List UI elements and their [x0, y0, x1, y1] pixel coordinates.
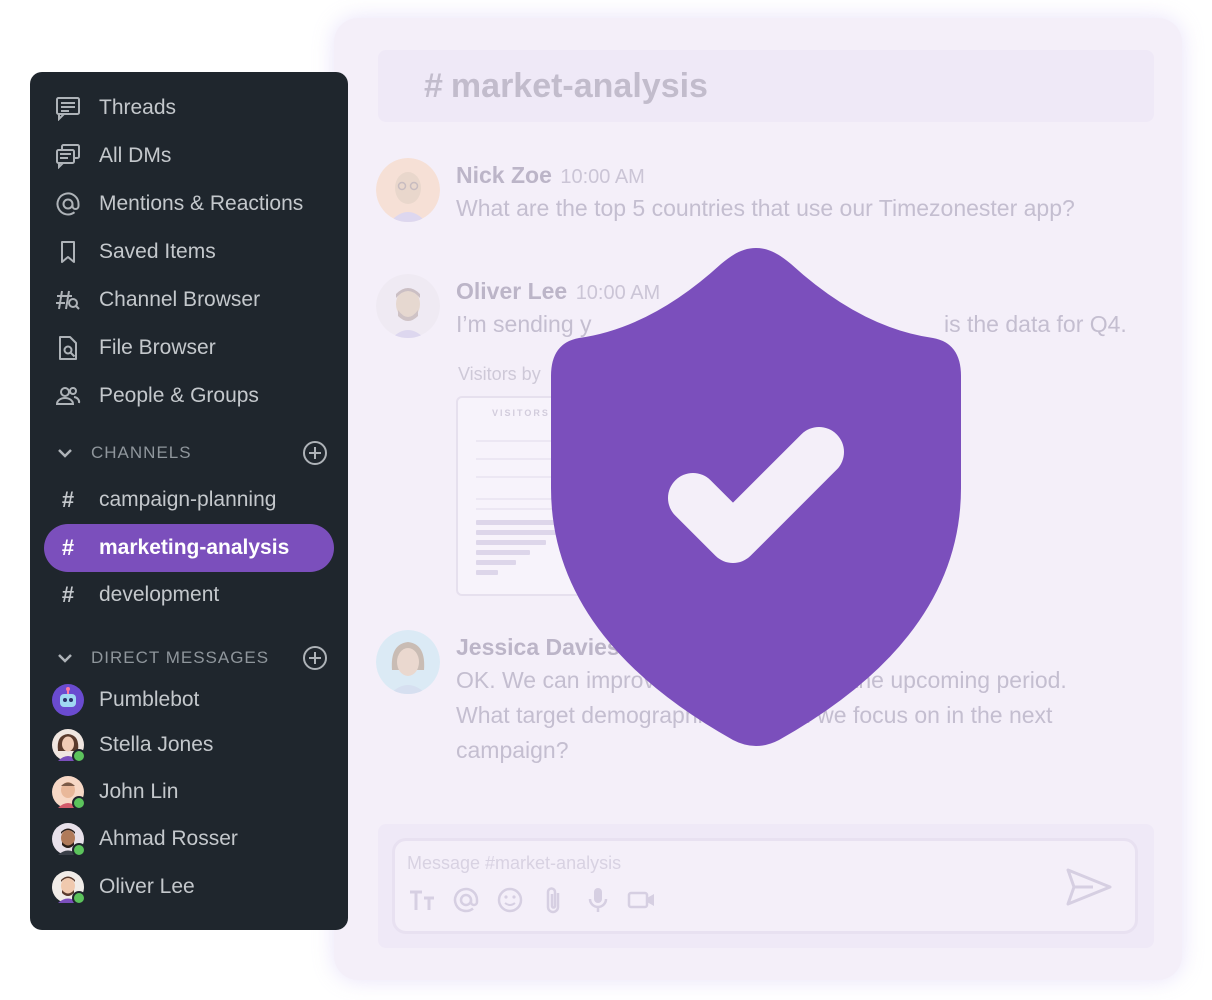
sidebar-item-channel-browser[interactable]: Channel Browser	[54, 280, 334, 320]
sidebar-item-threads[interactable]: Threads	[54, 88, 334, 128]
dm-item-pumblebot[interactable]: Pumblebot	[52, 680, 332, 720]
channel-browser-icon	[54, 286, 82, 314]
send-icon[interactable]	[1065, 867, 1113, 909]
all-dms-icon	[54, 142, 82, 170]
video-icon[interactable]	[627, 885, 657, 915]
bookmark-icon	[54, 238, 82, 266]
card-bar	[476, 560, 516, 565]
message-composer: Message #market-analysis	[378, 824, 1154, 948]
sidebar-item-label: File Browser	[99, 336, 216, 359]
message-input[interactable]: Message #market-analysis	[392, 838, 1138, 934]
dm-item-john-lin[interactable]: John Lin	[52, 772, 332, 812]
channel-item[interactable]: # development	[44, 571, 334, 619]
dm-name: John Lin	[99, 780, 179, 803]
message-author[interactable]: Nick Zoe	[456, 162, 552, 188]
section-title: CHANNELS	[91, 443, 192, 462]
avatar	[52, 871, 86, 905]
channel-hash: #	[424, 66, 443, 105]
message: Nick Zoe 10:00 AM What are the top 5 cou…	[376, 158, 1136, 228]
avatar	[52, 776, 86, 810]
people-icon	[54, 382, 82, 410]
sidebar-item-all-dms[interactable]: All DMs	[54, 136, 334, 176]
hash-icon: #	[61, 582, 75, 607]
sidebar-item-people[interactable]: People & Groups	[54, 376, 334, 416]
sidebar-item-label: People & Groups	[99, 384, 259, 407]
message-placeholder: Message #market-analysis	[407, 853, 622, 873]
text-format-icon[interactable]	[407, 885, 437, 915]
sidebar-item-label: All DMs	[99, 144, 172, 167]
bot-avatar	[52, 684, 84, 716]
emoji-icon[interactable]	[495, 885, 525, 915]
card-bar	[476, 570, 498, 575]
dm-name: Pumblebot	[99, 688, 200, 711]
sidebar-item-label: Channel Browser	[99, 288, 261, 311]
sidebar-item-saved[interactable]: Saved Items	[54, 232, 334, 272]
channel-name: development	[99, 583, 220, 606]
attachment-label: Visitors by	[458, 364, 541, 384]
avatar	[376, 630, 440, 694]
online-status-icon	[72, 891, 86, 905]
online-status-icon	[72, 843, 86, 857]
channels-section-header[interactable]: CHANNELS	[54, 436, 328, 470]
hash-icon: #	[61, 487, 75, 512]
composer-toolbar	[407, 885, 657, 915]
sidebar-item-label: Mentions & Reactions	[99, 192, 304, 215]
channel-item[interactable]: # campaign-planning	[44, 476, 334, 524]
sidebar-item-file-browser[interactable]: File Browser	[54, 328, 334, 368]
dm-item-stella-jones[interactable]: Stella Jones	[52, 725, 332, 765]
add-channel-icon[interactable]	[302, 440, 328, 466]
file-search-icon	[54, 334, 82, 362]
sidebar-item-label: Saved Items	[99, 240, 216, 263]
channel-item-active[interactable]: # marketing-analysis	[44, 524, 334, 572]
avatar	[376, 274, 440, 338]
chevron-down-icon[interactable]	[54, 442, 76, 464]
message-text: What are the top 5 countries that use ou…	[456, 195, 1075, 221]
channel-title: market-analysis	[450, 66, 708, 105]
dms-section-header[interactable]: DIRECT MESSAGES	[54, 641, 328, 675]
card-bar	[476, 550, 530, 555]
dm-name: Stella Jones	[99, 733, 214, 756]
at-icon	[54, 190, 82, 218]
avatar	[52, 729, 86, 763]
message-time: 10:00 AM	[560, 166, 645, 188]
online-status-icon	[72, 749, 86, 763]
dm-name: Oliver Lee	[99, 875, 195, 898]
microphone-icon[interactable]	[583, 885, 613, 915]
dm-name: Ahmad Rosser	[99, 827, 238, 850]
card-bar	[476, 530, 556, 535]
card-bar	[476, 540, 546, 545]
hash-icon: #	[61, 535, 75, 560]
message-text-end: is the data for Q4.	[944, 311, 1127, 337]
dm-item-ahmad-rosser[interactable]: Ahmad Rosser	[52, 819, 332, 859]
avatar	[376, 158, 440, 222]
sidebar-item-mentions[interactable]: Mentions & Reactions	[54, 184, 334, 224]
add-dm-icon[interactable]	[302, 645, 328, 671]
avatar	[52, 823, 86, 857]
dm-item-oliver-lee[interactable]: Oliver Lee	[52, 867, 332, 907]
sidebar: Threads All DMs Mentions & Reactions Sav…	[30, 72, 348, 930]
channel-header: # market-analysis	[378, 50, 1154, 122]
chevron-down-icon[interactable]	[54, 647, 76, 669]
shield-check-icon	[551, 248, 961, 746]
channel-name: marketing-analysis	[99, 536, 290, 559]
channel-name: campaign-planning	[99, 488, 277, 511]
mention-icon[interactable]	[451, 885, 481, 915]
attachment-icon[interactable]	[539, 885, 569, 915]
section-title: DIRECT MESSAGES	[91, 648, 270, 667]
threads-icon	[54, 94, 82, 122]
online-status-icon	[72, 796, 86, 810]
sidebar-item-label: Threads	[99, 96, 177, 119]
